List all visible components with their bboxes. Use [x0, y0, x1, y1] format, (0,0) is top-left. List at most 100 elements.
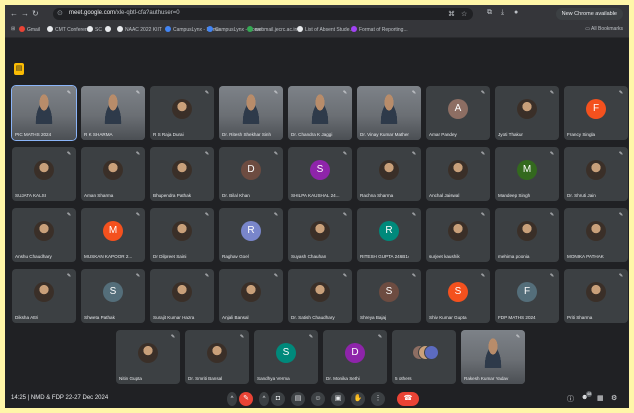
bookmark-item[interactable]: NAAC 2022 KIIT	[117, 26, 162, 33]
participant-name: Dr. Bilal Khan	[222, 193, 250, 198]
reload-icon[interactable]: ↻	[32, 9, 39, 18]
participant-tile[interactable]: ✎ Dr. Chandra K Jaggi	[288, 86, 352, 140]
mic-muted-icon: ✎	[618, 273, 624, 279]
participant-tile[interactable]: ✎ R S Raja Durai	[150, 86, 214, 140]
mic-muted-icon: ✎	[273, 151, 279, 157]
forward-icon[interactable]: →	[21, 9, 29, 18]
participant-tile[interactable]: D ✎ Dr. Bilal Khan	[219, 147, 283, 201]
mic-muted-icon: ✎	[480, 273, 486, 279]
mic-muted-icon: ✎	[618, 90, 624, 96]
participant-video	[481, 338, 505, 368]
participant-tile[interactable]: ✎ Anshu Chaudhary	[12, 208, 76, 262]
mic-muted-icon: ✎	[342, 151, 348, 157]
info-icon[interactable]: ⓘ	[567, 394, 574, 404]
address-bar[interactable]: ⊙ meet.google.com/xle-qbtl-cfa?authuser=…	[53, 8, 473, 20]
participant-name: SHILPA KAUSHAL 24...	[291, 193, 340, 198]
avatar-photo	[379, 160, 399, 180]
bookmark-item[interactable]: Gmail	[19, 26, 40, 33]
participant-name: Francy Singla	[567, 132, 596, 137]
participant-tile[interactable]: ✎ Rachna Sharma	[357, 147, 421, 201]
chat-icon[interactable]: ▦	[597, 394, 604, 402]
profile-icon[interactable]: ●	[514, 9, 518, 16]
mic-muted-icon: ✎	[273, 212, 279, 218]
participant-name: MUSKAN KAPOOR 2...	[84, 254, 133, 259]
apps-icon[interactable]: ⊞	[11, 26, 15, 32]
bookmark-item[interactable]: Format of Reporting...	[351, 26, 408, 33]
translate-icon[interactable]: ⌘	[448, 10, 455, 18]
participant-tile[interactable]: ✎ Dr Dilpreet Saini	[150, 208, 214, 262]
activities-menu-icon[interactable]: ⚙	[611, 394, 617, 402]
mic-muted-icon: ✎	[66, 90, 72, 96]
bookmark-favicon-icon	[247, 26, 253, 32]
participant-tile[interactable]: ✎ Diksha Attri	[12, 269, 76, 323]
participant-tile[interactable]: ✎ Rakesh Kumar Yadav	[461, 330, 525, 384]
participant-name: Mandeep Singh	[498, 193, 531, 198]
participant-tile[interactable]: S ✎ Shreya Bajaj	[357, 269, 421, 323]
avatar: S	[310, 160, 330, 180]
participant-tile[interactable]: ✎ Aman Sharma	[81, 147, 145, 201]
participant-tile[interactable]: ✎ R K SHARMA	[81, 86, 145, 140]
raise-hand-icon[interactable]: ✋	[351, 392, 365, 406]
participant-tile[interactable]: ✎ SUJATA KALSI	[12, 147, 76, 201]
participant-tile[interactable]: ✎ Anchal Jaiswal	[426, 147, 490, 201]
participant-tile[interactable]: A ✎ Amar Pandey	[426, 86, 490, 140]
bookmark-item[interactable]: webmail.jecrc.ac.in	[247, 26, 297, 33]
participant-tile[interactable]: ✎ Dr. Vinay Kumar Mathematic	[357, 86, 421, 140]
participant-name: R S Raja Durai	[153, 132, 184, 137]
captions-icon[interactable]: ▤	[291, 392, 305, 406]
participant-tile[interactable]: S ✎ SHILPA KAUSHAL 24...	[288, 147, 352, 201]
participant-tile[interactable]: ✎ Surajit Kumar Hazra	[150, 269, 214, 323]
participant-tile[interactable]: F ✎ FDP MATHS 2024	[495, 269, 559, 323]
people-icon[interactable]: ☻ 48	[581, 391, 593, 401]
participant-tile[interactable]: R ✎ RITESH GUPTA 246B14	[357, 208, 421, 262]
participant-tile[interactable]: S ✎ Shiv Kumar Gupta	[426, 269, 490, 323]
participant-tile[interactable]: M ✎ Mandeep Singh	[495, 147, 559, 201]
more-options-icon[interactable]: ^	[227, 392, 237, 406]
more-vert-icon[interactable]: ⋮	[371, 392, 385, 406]
mic-muted-icon: ✎	[204, 212, 210, 218]
bookmark-star-icon[interactable]: ☆	[461, 10, 467, 18]
camera-icon[interactable]: ◘	[271, 392, 285, 406]
emoji-icon[interactable]: ☺	[311, 392, 325, 406]
present-icon[interactable]: ▣	[331, 392, 345, 406]
participant-tile[interactable]: ✎ Dr. Shruti Jain	[564, 147, 628, 201]
back-icon[interactable]: ←	[10, 9, 18, 18]
participant-name: Anchal Jaiswal	[429, 193, 460, 198]
participant-name: Raghav Goel	[222, 254, 249, 259]
site-info-icon[interactable]: ⊙	[57, 9, 63, 17]
others-avatars	[412, 345, 439, 361]
camera-options-icon[interactable]: ^	[259, 392, 269, 406]
participant-tile[interactable]: S ✎ Shweta Pathak	[81, 269, 145, 323]
participant-tile[interactable]: ✎ Priti Sharma	[564, 269, 628, 323]
participant-tile[interactable]: 5 others	[392, 330, 456, 384]
new-chrome-button[interactable]: New Chrome available	[555, 8, 623, 20]
participant-name: Diksha Attri	[15, 315, 39, 320]
bookmark-item[interactable]: SC	[87, 26, 102, 33]
participant-tile[interactable]: ✎ Suyash Chauhan	[288, 208, 352, 262]
all-bookmarks-button[interactable]: ▭ All Bookmarks	[585, 26, 623, 32]
participant-tile[interactable]: R ✎ Raghav Goel	[219, 208, 283, 262]
participant-tile[interactable]: ✎ surjeet kaushik	[426, 208, 490, 262]
participant-tile[interactable]: ✎ Jyoti Thakur	[495, 86, 559, 140]
participant-tile[interactable]: ✎ mehima poonia	[495, 208, 559, 262]
participant-tile[interactable]: ✎ PIC MATHS 2024	[11, 85, 77, 141]
participant-tile[interactable]: ✎ MONIKA PATHAK	[564, 208, 628, 262]
participant-tile[interactable]: F ✎ Francy Singla	[564, 86, 628, 140]
extensions-icon[interactable]: ⧉	[487, 9, 492, 17]
participant-tile[interactable]: ✎ Bhupendra Pathak	[150, 147, 214, 201]
bookmark-item[interactable]	[105, 26, 113, 33]
participant-tile[interactable]: ✎ Dr. Satish Chaudhary	[288, 269, 352, 323]
participant-tile[interactable]: ✎ Dr. Ritesh Shekhar Sinha	[219, 86, 283, 140]
mic-muted-icon: ✎	[480, 90, 486, 96]
participant-tile[interactable]: D ✎ Dr. Monika Sethi	[323, 330, 387, 384]
participant-tile[interactable]: ✎ Nitin Gupta	[116, 330, 180, 384]
activities-icon[interactable]: ▤	[14, 63, 24, 75]
participant-tile[interactable]: M ✎ MUSKAN KAPOOR 2...	[81, 208, 145, 262]
download-icon[interactable]: ⤓	[501, 9, 504, 17]
mic-off-icon[interactable]: ✎	[239, 392, 253, 406]
bookmark-item[interactable]: List of Absent Stude...	[297, 26, 354, 33]
end-call-icon[interactable]: ☎	[397, 392, 419, 406]
participant-tile[interactable]: S ✎ Sandhya Verma	[254, 330, 318, 384]
participant-tile[interactable]: ✎ Anjali Bansal	[219, 269, 283, 323]
participant-tile[interactable]: ✎ Dr. Smriti Bansal	[185, 330, 249, 384]
